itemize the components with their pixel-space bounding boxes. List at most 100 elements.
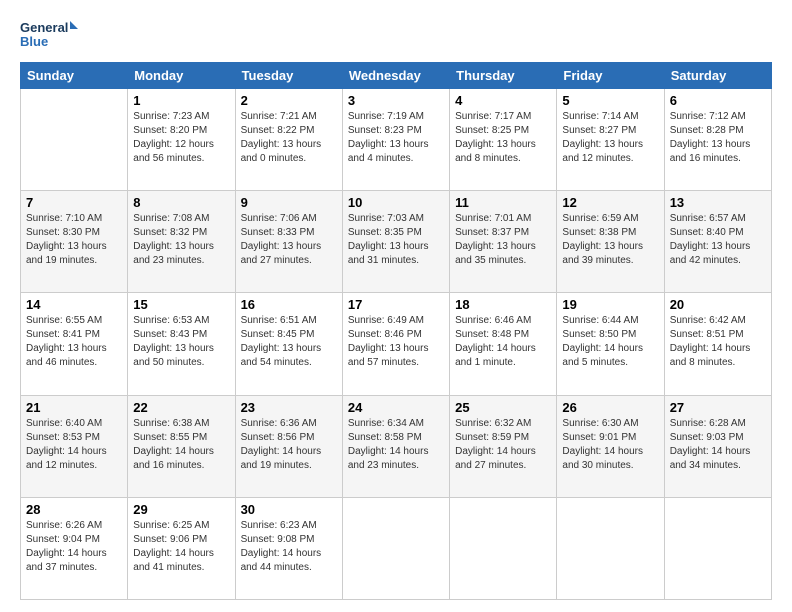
day-info: Sunrise: 6:32 AM Sunset: 8:59 PM Dayligh… — [455, 417, 551, 473]
day-info: Sunrise: 6:53 AM Sunset: 8:43 PM Dayligh… — [133, 314, 229, 370]
calendar-cell: 23 Sunrise: 6:36 AM Sunset: 8:56 PM Dayli… — [235, 395, 342, 497]
day-number: 10 — [348, 195, 444, 210]
calendar-cell: 6Sunrise: 7:12 AM Sunset: 8:28 PM Daylig… — [664, 89, 771, 191]
day-info: Sunrise: 6:46 AM Sunset: 8:48 PM Dayligh… — [455, 314, 551, 370]
calendar-cell: 11 Sunrise: 7:01 AM Sunset: 8:37 PM Dayli… — [450, 191, 557, 293]
calendar-cell: 8 Sunrise: 7:08 AM Sunset: 8:32 PM Daylig… — [128, 191, 235, 293]
day-header-wednesday: Wednesday — [342, 63, 449, 89]
calendar-cell: 10 Sunrise: 7:03 AM Sunset: 8:35 PM Dayli… — [342, 191, 449, 293]
calendar-cell: 14 Sunrise: 6:55 AM Sunset: 8:41 PM Dayli… — [21, 293, 128, 395]
calendar-cell: 27 Sunrise: 6:28 AM Sunset: 9:03 PM Dayli… — [664, 395, 771, 497]
day-info: Sunrise: 7:08 AM Sunset: 8:32 PM Dayligh… — [133, 212, 229, 268]
day-info: Sunrise: 6:36 AM Sunset: 8:56 PM Dayligh… — [241, 417, 337, 473]
day-number: 24 — [348, 400, 444, 415]
calendar-cell: 30 Sunrise: 6:23 AM Sunset: 9:08 PM Dayli… — [235, 497, 342, 599]
day-info: Sunrise: 6:40 AM Sunset: 8:53 PM Dayligh… — [26, 417, 122, 473]
day-info: Sunrise: 6:59 AM Sunset: 8:38 PM Dayligh… — [562, 212, 658, 268]
day-number: 16 — [241, 297, 337, 312]
day-info: Sunrise: 6:23 AM Sunset: 9:08 PM Dayligh… — [241, 519, 337, 575]
calendar-cell: 29 Sunrise: 6:25 AM Sunset: 9:06 PM Dayli… — [128, 497, 235, 599]
calendar-cell: 28Sunrise: 6:26 AM Sunset: 9:04 PM Dayli… — [21, 497, 128, 599]
day-number: 30 — [241, 502, 337, 517]
header: General Blue — [20, 16, 772, 52]
calendar-cell: 22Sunrise: 6:38 AM Sunset: 8:55 PM Dayli… — [128, 395, 235, 497]
calendar-cell — [557, 497, 664, 599]
day-number: 14 — [26, 297, 122, 312]
calendar-cell: 21 Sunrise: 6:40 AM Sunset: 8:53 PM Dayli… — [21, 395, 128, 497]
week-row-4: 21 Sunrise: 6:40 AM Sunset: 8:53 PM Dayli… — [21, 395, 772, 497]
day-number: 19 — [562, 297, 658, 312]
day-info: Sunrise: 6:44 AM Sunset: 8:50 PM Dayligh… — [562, 314, 658, 370]
day-number: 20 — [670, 297, 766, 312]
day-info: Sunrise: 6:49 AM Sunset: 8:46 PM Dayligh… — [348, 314, 444, 370]
day-info: Sunrise: 7:10 AM Sunset: 8:30 PM Dayligh… — [26, 212, 122, 268]
day-number: 21 — [26, 400, 122, 415]
day-number: 6 — [670, 93, 766, 108]
day-number: 5 — [562, 93, 658, 108]
day-info: Sunrise: 7:17 AM Sunset: 8:25 PM Dayligh… — [455, 110, 551, 166]
logo-svg: General Blue — [20, 16, 80, 52]
day-info: Sunrise: 6:30 AM Sunset: 9:01 PM Dayligh… — [562, 417, 658, 473]
day-number: 27 — [670, 400, 766, 415]
day-number: 28 — [26, 502, 122, 517]
day-info: Sunrise: 6:28 AM Sunset: 9:03 PM Dayligh… — [670, 417, 766, 473]
calendar-cell: 16 Sunrise: 6:51 AM Sunset: 8:45 PM Dayli… — [235, 293, 342, 395]
week-row-1: 1 Sunrise: 7:23 AM Sunset: 8:20 PM Daylig… — [21, 89, 772, 191]
calendar-cell — [21, 89, 128, 191]
day-info: Sunrise: 6:42 AM Sunset: 8:51 PM Dayligh… — [670, 314, 766, 370]
day-number: 2 — [241, 93, 337, 108]
calendar-cell: 12 Sunrise: 6:59 AM Sunset: 8:38 PM Dayli… — [557, 191, 664, 293]
svg-text:Blue: Blue — [20, 34, 48, 49]
day-info: Sunrise: 7:06 AM Sunset: 8:33 PM Dayligh… — [241, 212, 337, 268]
calendar-cell: 20 Sunrise: 6:42 AM Sunset: 8:51 PM Dayli… — [664, 293, 771, 395]
calendar-cell: 1 Sunrise: 7:23 AM Sunset: 8:20 PM Daylig… — [128, 89, 235, 191]
day-info: Sunrise: 7:21 AM Sunset: 8:22 PM Dayligh… — [241, 110, 337, 166]
calendar-cell — [450, 497, 557, 599]
calendar-cell: 17 Sunrise: 6:49 AM Sunset: 8:46 PM Dayli… — [342, 293, 449, 395]
day-number: 11 — [455, 195, 551, 210]
calendar-cell: 13Sunrise: 6:57 AM Sunset: 8:40 PM Dayli… — [664, 191, 771, 293]
day-number: 29 — [133, 502, 229, 517]
day-number: 1 — [133, 93, 229, 108]
calendar-cell: 15 Sunrise: 6:53 AM Sunset: 8:43 PM Dayli… — [128, 293, 235, 395]
day-header-monday: Monday — [128, 63, 235, 89]
header-row: SundayMondayTuesdayWednesdayThursdayFrid… — [21, 63, 772, 89]
day-header-friday: Friday — [557, 63, 664, 89]
page: General Blue SundayMondayTuesdayWednesda… — [0, 0, 792, 612]
day-header-sunday: Sunday — [21, 63, 128, 89]
calendar-cell: 3 Sunrise: 7:19 AM Sunset: 8:23 PM Daylig… — [342, 89, 449, 191]
calendar-cell: 5 Sunrise: 7:14 AM Sunset: 8:27 PM Daylig… — [557, 89, 664, 191]
week-row-3: 14 Sunrise: 6:55 AM Sunset: 8:41 PM Dayli… — [21, 293, 772, 395]
day-number: 17 — [348, 297, 444, 312]
calendar-cell: 19 Sunrise: 6:44 AM Sunset: 8:50 PM Dayli… — [557, 293, 664, 395]
day-info: Sunrise: 7:01 AM Sunset: 8:37 PM Dayligh… — [455, 212, 551, 268]
day-number: 12 — [562, 195, 658, 210]
calendar-cell — [342, 497, 449, 599]
day-number: 4 — [455, 93, 551, 108]
day-number: 9 — [241, 195, 337, 210]
day-info: Sunrise: 7:14 AM Sunset: 8:27 PM Dayligh… — [562, 110, 658, 166]
day-number: 18 — [455, 297, 551, 312]
day-number: 26 — [562, 400, 658, 415]
day-header-saturday: Saturday — [664, 63, 771, 89]
day-header-thursday: Thursday — [450, 63, 557, 89]
day-number: 25 — [455, 400, 551, 415]
day-info: Sunrise: 6:55 AM Sunset: 8:41 PM Dayligh… — [26, 314, 122, 370]
day-number: 8 — [133, 195, 229, 210]
calendar-cell — [664, 497, 771, 599]
week-row-2: 7Sunrise: 7:10 AM Sunset: 8:30 PM Daylig… — [21, 191, 772, 293]
day-info: Sunrise: 7:19 AM Sunset: 8:23 PM Dayligh… — [348, 110, 444, 166]
day-info: Sunrise: 6:38 AM Sunset: 8:55 PM Dayligh… — [133, 417, 229, 473]
day-number: 3 — [348, 93, 444, 108]
calendar-cell: 2 Sunrise: 7:21 AM Sunset: 8:22 PM Daylig… — [235, 89, 342, 191]
day-info: Sunrise: 7:03 AM Sunset: 8:35 PM Dayligh… — [348, 212, 444, 268]
day-info: Sunrise: 7:23 AM Sunset: 8:20 PM Dayligh… — [133, 110, 229, 166]
calendar-cell: 9 Sunrise: 7:06 AM Sunset: 8:33 PM Daylig… — [235, 191, 342, 293]
day-info: Sunrise: 6:34 AM Sunset: 8:58 PM Dayligh… — [348, 417, 444, 473]
day-number: 15 — [133, 297, 229, 312]
day-number: 23 — [241, 400, 337, 415]
day-info: Sunrise: 6:51 AM Sunset: 8:45 PM Dayligh… — [241, 314, 337, 370]
calendar-cell: 18 Sunrise: 6:46 AM Sunset: 8:48 PM Dayli… — [450, 293, 557, 395]
day-info: Sunrise: 6:25 AM Sunset: 9:06 PM Dayligh… — [133, 519, 229, 575]
calendar-cell: 4 Sunrise: 7:17 AM Sunset: 8:25 PM Daylig… — [450, 89, 557, 191]
